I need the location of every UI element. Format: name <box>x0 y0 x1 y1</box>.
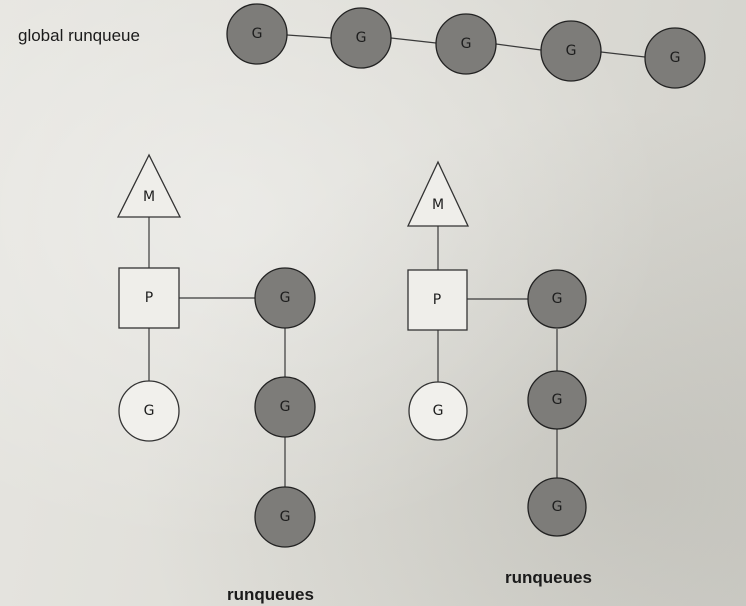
running-goroutine: G <box>408 381 468 441</box>
global-runqueue-goroutine: G <box>226 3 288 65</box>
svg-text:G: G <box>433 403 444 419</box>
svg-text:G: G <box>461 36 472 52</box>
global-runqueue-goroutine: G <box>330 7 392 69</box>
running-goroutine: G <box>118 380 180 442</box>
local-runqueue-goroutine: G <box>254 267 316 329</box>
svg-text:P: P <box>433 292 441 308</box>
local-runqueue-goroutine: G <box>527 370 587 430</box>
svg-text:G: G <box>144 403 155 419</box>
svg-text:G: G <box>252 26 263 42</box>
global-runqueue-goroutine: G <box>540 20 602 82</box>
svg-text:G: G <box>552 499 563 515</box>
global-runqueue-label: global runqueue <box>18 26 140 45</box>
svg-text:P: P <box>145 290 153 306</box>
processor-node: P <box>118 267 180 329</box>
processor-node: P <box>407 269 468 331</box>
svg-text:G: G <box>552 291 563 307</box>
local-runqueue-goroutine: G <box>527 269 587 329</box>
processor-group-right: M P G G G G runqueues <box>406 160 592 587</box>
svg-text:G: G <box>280 509 291 525</box>
machine-node: M <box>116 153 182 218</box>
global-runqueue-goroutine: G <box>644 27 706 89</box>
local-runqueue-goroutine: G <box>254 376 316 438</box>
svg-text:G: G <box>356 30 367 46</box>
runqueues-label-left: runqueues <box>227 585 314 604</box>
svg-text:G: G <box>552 392 563 408</box>
svg-text:G: G <box>566 43 577 59</box>
svg-text:M: M <box>143 189 155 205</box>
svg-text:G: G <box>280 399 291 415</box>
machine-node: M <box>406 160 470 227</box>
svg-text:G: G <box>280 290 291 306</box>
global-runqueue-goroutine: G <box>435 13 497 75</box>
runqueues-label-right: runqueues <box>505 568 592 587</box>
local-runqueue-goroutine: G <box>527 477 587 537</box>
local-runqueue-goroutine: G <box>254 486 316 548</box>
gmp-scheduler-diagram: global runqueue G G G G G M P G G G G ru… <box>18 3 706 604</box>
svg-text:M: M <box>432 197 444 213</box>
processor-group-left: M P G G G G runqueues <box>116 153 316 604</box>
svg-text:G: G <box>670 50 681 66</box>
